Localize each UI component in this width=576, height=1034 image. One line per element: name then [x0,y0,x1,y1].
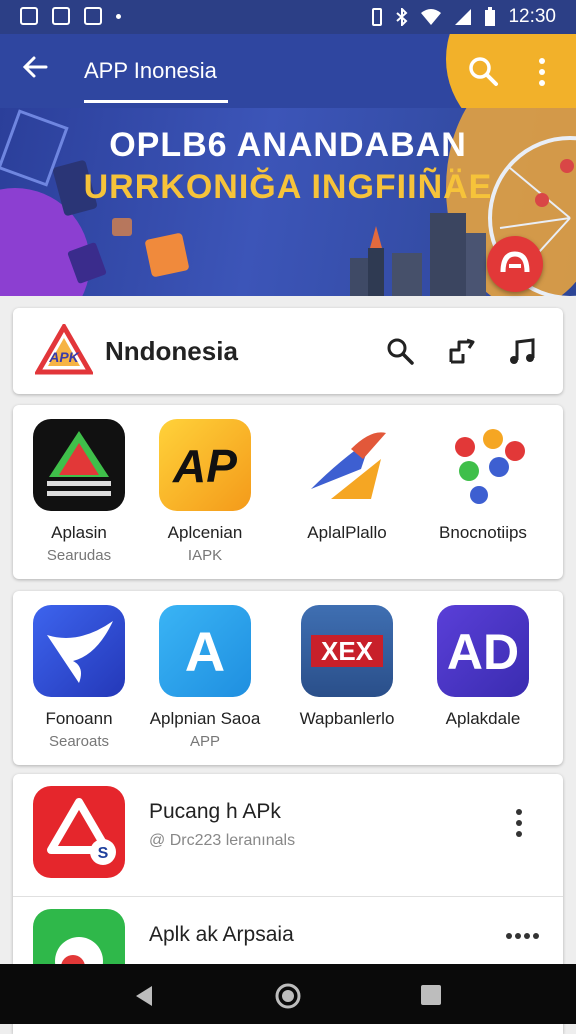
app-icon: A [159,605,251,697]
brand-name: Nndonesia [105,336,238,366]
app-subtitle: IAPK [187,547,223,564]
brand-header-card: APK Nndonesia [13,308,563,394]
app-name: Aplakdale [445,709,521,728]
app-tile[interactable]: AplalPlallo [281,419,413,543]
app-tile[interactable]: AP Aplcenian IAPK [139,419,271,564]
app-name: Aplasin [51,523,107,542]
app-icon-text: XEX [311,635,383,667]
more-horiz-icon[interactable] [505,931,539,941]
brand-logo-text: APK [48,349,79,365]
wifi-icon [421,9,442,25]
app-tile[interactable]: Fonoann Searoats [13,605,145,750]
status-bar: 12:30 [0,0,576,34]
app-notification-icon [52,7,70,25]
link-icon [500,251,530,273]
apps-grid-row-2: Fonoann Searoats A Aplpnian Saoa APP XEX… [13,591,563,765]
more-vert-icon[interactable] [508,808,530,838]
vibrate-icon [372,8,383,26]
title-tab-indicator [84,100,228,103]
app-icon [33,605,125,697]
app-icon [301,419,393,511]
app-bar-title[interactable]: APP Inonesia [84,58,217,84]
list-item[interactable]: S Pucang h APk @ Drc223 leranınals [13,774,563,897]
list-item-icon-art: S [47,798,116,865]
more-vert-icon[interactable] [530,56,554,88]
battery-icon [485,7,496,26]
svg-text:S: S [98,845,109,862]
nav-home-icon[interactable] [274,982,302,1010]
app-icon-text: AD [446,624,520,680]
banner-subheadline: URRKONIĞA INGFIIÑÄE [83,168,493,206]
app-icon: AD [437,605,529,697]
app-name: Fonoann [45,709,113,728]
app-tile[interactable]: Aplasin Searudas [13,419,145,564]
app-tile[interactable]: Bnocnotiips [417,419,549,543]
app-icon-art [311,432,386,499]
bluetooth-icon [396,8,408,26]
list-item-subtitle: @ Drc223 leranınals [149,832,296,849]
list-item-title: Pucang h APk [149,800,281,823]
app-name: Aplpnian Saoa [149,709,261,728]
app-tile[interactable]: AD Aplakdale [417,605,549,729]
app-name: AplalPlallo [307,523,387,542]
app-icon: XEX [301,605,393,697]
dot-notification-icon [116,13,121,19]
app-bar: APP Inonesia [0,34,576,108]
app-name: Aplcenian [167,523,243,542]
app-subtitle: Searoats [48,733,110,750]
app-tile[interactable]: XEX Wapbanlerlo [281,605,413,729]
app-tile[interactable]: A Aplpnian Saoa APP [139,605,271,750]
app-icon [437,419,529,511]
back-arrow-icon[interactable] [22,54,48,80]
search-icon[interactable] [385,336,415,366]
share-icon[interactable] [447,336,477,366]
app-icon: AP [159,419,251,511]
fab-button[interactable] [487,236,543,292]
app-name: Bnocnotiips [439,523,527,542]
system-nav-bar [0,964,576,1024]
music-note-icon[interactable] [507,336,537,366]
app-icon [33,419,125,511]
app-icon-text: A [184,620,226,683]
edit-notification-icon [84,7,102,25]
app-subtitle: APP [189,733,220,750]
app-icon-art [47,621,113,683]
nav-recents-icon[interactable] [420,984,442,1006]
nav-back-icon[interactable] [132,984,156,1008]
signal-icon [455,9,472,25]
app-name: Wapbanlerlo [299,709,395,728]
status-time: 12:30 [508,6,556,27]
app-subtitle: Searudas [46,547,112,564]
app-icon-text: AP [173,440,237,492]
app-icon-art [47,431,111,496]
image-notification-icon [20,7,38,25]
brand-logo[interactable]: APK [35,324,93,378]
app-icon-art [455,429,525,504]
list-item-title: Aplk ak Arpsaia [149,923,294,946]
search-icon[interactable] [466,54,500,88]
banner-headline: OPLB6 ANANDABAN [109,126,467,164]
list-item-icon: S [33,786,125,878]
apps-grid-row-1: Aplasin Searudas AP Aplcenian IAPK Aplal… [13,405,563,579]
